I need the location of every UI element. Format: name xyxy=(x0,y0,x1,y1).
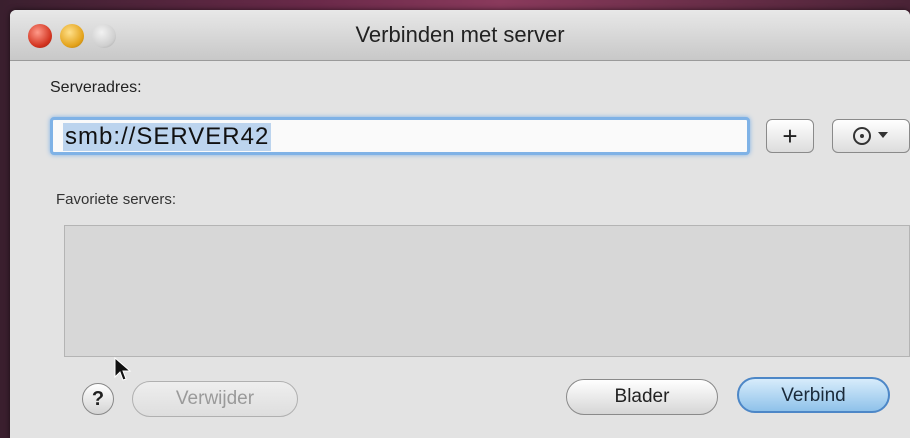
connect-to-server-dialog: Verbinden met server Serveradres: smb://… xyxy=(10,10,910,438)
recent-servers-button[interactable] xyxy=(832,119,910,153)
help-button[interactable]: ? xyxy=(82,383,114,415)
remove-button[interactable]: Verwijder xyxy=(132,381,298,417)
add-favorite-button[interactable]: + xyxy=(766,119,814,153)
connect-button[interactable]: Verbind xyxy=(737,377,890,413)
server-address-input[interactable]: smb://SERVER42 xyxy=(50,117,750,155)
chevron-down-icon xyxy=(878,132,888,138)
window-title: Verbinden met server xyxy=(355,22,565,47)
server-address-label: Serveradres: xyxy=(50,79,142,96)
favorite-servers-list[interactable] xyxy=(64,225,910,357)
favorite-servers-label: Favoriete servers: xyxy=(56,191,177,208)
server-address-value: smb://SERVER42 xyxy=(63,123,272,151)
title-bar[interactable]: Verbinden met server xyxy=(10,10,910,61)
mouse-pointer-icon xyxy=(114,357,132,381)
dialog-content: Serveradres: smb://SERVER42 + Favoriete … xyxy=(10,61,910,438)
browse-button[interactable]: Blader xyxy=(566,379,718,415)
clock-icon xyxy=(853,127,871,145)
